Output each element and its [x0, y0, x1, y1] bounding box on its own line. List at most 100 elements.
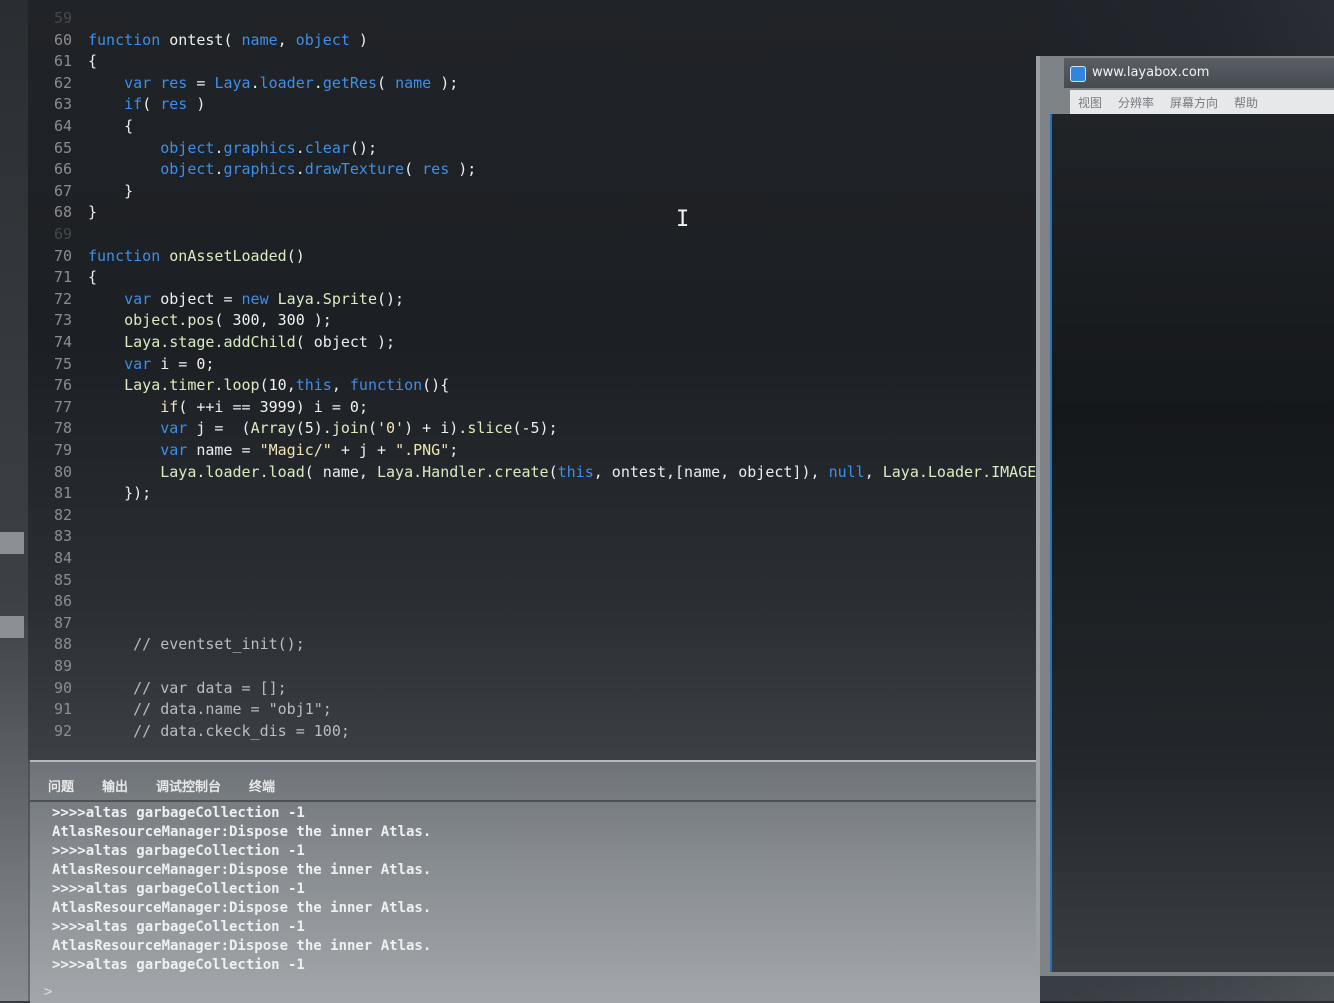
code-line[interactable]: 65 object.graphics.clear();: [30, 138, 1040, 159]
line-number: 88: [53, 635, 72, 654]
code-token: graphics: [223, 138, 296, 157]
line-number: 67: [53, 181, 72, 200]
menu-resolution[interactable]: 分辨率: [1118, 94, 1154, 111]
code-token: );: [449, 160, 477, 179]
code-line[interactable]: 66 object.graphics.drawTexture( res );: [30, 159, 1040, 180]
code-line[interactable]: 70 function onAssetLoaded(): [30, 246, 1040, 267]
preview-canvas[interactable]: [1050, 114, 1334, 972]
code-line[interactable]: 77 if( ++i == 3999) i = 0;: [30, 397, 1040, 418]
code-token: j = (: [187, 419, 251, 438]
code-token: {: [88, 268, 98, 287]
code-token: ): [187, 95, 206, 114]
code-token: + j +: [331, 441, 396, 459]
code-line[interactable]: 69: [30, 224, 1040, 245]
code-token: var: [124, 289, 152, 308]
code-line[interactable]: 86: [30, 591, 1040, 612]
line-number: 68: [53, 203, 72, 222]
code-line[interactable]: 92 // data.ckeck_dis = 100;: [30, 721, 1040, 742]
code-line[interactable]: 64 {: [30, 116, 1040, 137]
code-line[interactable]: 78 var j = (Array(5).join('0') + i).slic…: [30, 418, 1040, 439]
tab-debug-console[interactable]: 调试控制台: [156, 776, 221, 798]
menu-screen-orientation[interactable]: 屏幕方向: [1170, 94, 1218, 111]
code-line[interactable]: 62 var res = Laya.loader.getRes( name );: [30, 73, 1040, 94]
code-line[interactable]: 85: [30, 570, 1040, 591]
line-number: 86: [53, 592, 72, 611]
code-token: (: [377, 73, 396, 92]
code-line[interactable]: 83: [30, 526, 1040, 547]
code-token: ,: [277, 30, 296, 49]
code-token: (){: [422, 376, 450, 395]
line-number: 92: [53, 721, 72, 740]
code-line[interactable]: 79 var name = "Magic/" + j + ".PNG";: [30, 440, 1040, 461]
code-token: 300: [277, 311, 305, 330]
code-line[interactable]: 59: [30, 8, 1040, 29]
code-token: function: [349, 376, 423, 395]
code-line[interactable]: 74 Laya.stage.addChild( object );: [30, 332, 1040, 353]
line-number: 63: [53, 95, 72, 114]
code-token: slice: [467, 419, 513, 438]
code-line[interactable]: 61 {: [30, 51, 1040, 72]
code-line[interactable]: 81 });: [30, 483, 1040, 504]
gutter-marker: [0, 532, 24, 554]
code-line[interactable]: 84: [30, 548, 1040, 569]
code-token: res: [160, 73, 188, 92]
code-line[interactable]: 72 var object = new Laya.Sprite();: [30, 289, 1040, 310]
tab-terminal[interactable]: 终端: [249, 776, 275, 798]
code-token: =: [187, 73, 215, 92]
code-line[interactable]: 90 // var data = [];: [30, 678, 1040, 699]
code-token: res: [422, 160, 450, 179]
code-token: (: [404, 160, 423, 179]
code-token: Laya.Sprite: [277, 289, 377, 308]
code-token: var: [124, 73, 152, 92]
code-token: }: [88, 181, 134, 200]
tab-output[interactable]: 输出: [102, 776, 128, 798]
code-line[interactable]: 82: [30, 505, 1040, 526]
code-token: 10: [268, 376, 287, 395]
code-token: function: [88, 30, 161, 49]
code-line[interactable]: 88 // eventset_init();: [30, 634, 1040, 655]
preview-titlebar[interactable]: www.layabox.com: [1064, 58, 1334, 88]
code-line[interactable]: 89: [30, 656, 1040, 677]
code-line[interactable]: 75 var i = 0;: [30, 354, 1040, 375]
code-token: Laya: [214, 73, 251, 92]
line-number: 60: [53, 30, 72, 49]
code-token: , ontest,[name, object]),: [593, 462, 829, 481]
line-number: 73: [53, 311, 72, 330]
code-token: i =: [151, 354, 197, 373]
code-line[interactable]: 68}: [30, 202, 1040, 223]
code-line[interactable]: 76 Laya.timer.loop(10,this, function(){: [30, 375, 1040, 396]
code-token: object: [160, 138, 215, 157]
console-output: >>>>altas garbageCollection -1 AtlasReso…: [52, 804, 431, 975]
preview-title: www.layabox.com: [1092, 65, 1210, 80]
menu-view[interactable]: 视图: [1078, 94, 1102, 111]
code-token: if: [160, 397, 179, 416]
console-prompt[interactable]: >: [44, 984, 52, 1000]
code-line[interactable]: 73 object.pos( 300, 300 );: [30, 310, 1040, 331]
code-token: loader: [259, 73, 314, 92]
code-line[interactable]: 60 function ontest( name, object ): [30, 30, 1040, 51]
code-token: object: [160, 160, 215, 179]
code-token: name =: [187, 441, 260, 459]
code-line[interactable]: 91 // data.name = "obj1";: [30, 699, 1040, 720]
code-token: ( object );: [295, 333, 396, 351]
code-token: (: [548, 462, 558, 481]
code-line[interactable]: 87: [30, 613, 1040, 634]
code-line[interactable]: 67 }: [30, 181, 1040, 202]
code-line[interactable]: 63 if( res ): [30, 94, 1040, 115]
code-editor[interactable]: 59 60 function ontest( name, object ) 61 {62…: [0, 0, 1054, 1001]
line-number: 84: [53, 549, 72, 567]
code-token: Laya.Handler.create: [377, 462, 549, 481]
code-line[interactable]: 71 {: [30, 267, 1040, 288]
code-token: {: [88, 117, 134, 135]
line-number: 59: [53, 9, 72, 27]
code-line[interactable]: 80 Laya.loader.load( name, Laya.Handler.…: [30, 462, 1054, 483]
code-token: ;: [358, 397, 368, 416]
code-token: ): [349, 30, 368, 49]
code-token: Laya.loader.load: [160, 462, 305, 481]
tab-problems[interactable]: 问题: [48, 776, 74, 798]
menu-help[interactable]: 帮助: [1234, 94, 1258, 111]
code-token: (: [214, 311, 233, 330]
